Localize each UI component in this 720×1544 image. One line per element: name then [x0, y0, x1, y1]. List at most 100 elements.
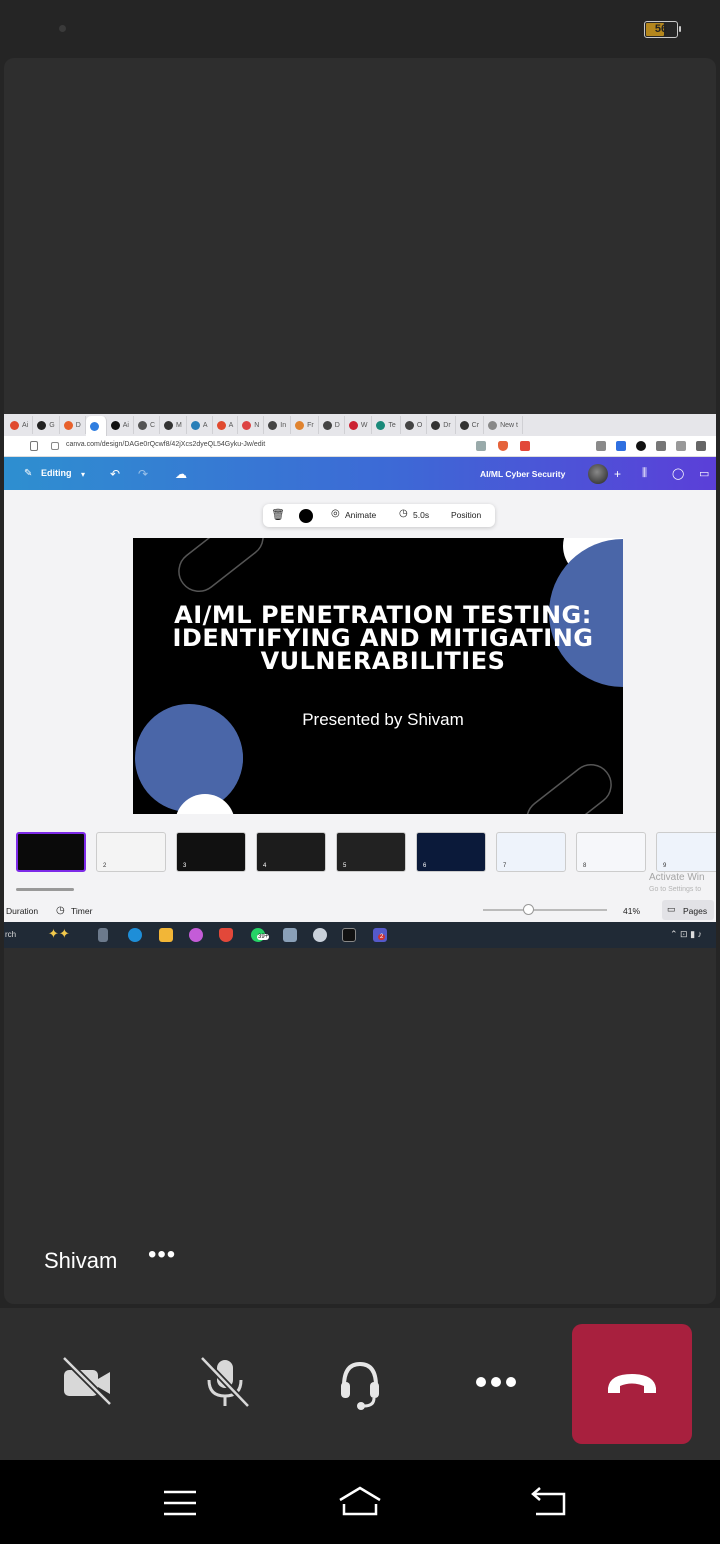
redo-icon[interactable]: ↷ — [138, 467, 148, 481]
color-swatch[interactable] — [299, 509, 313, 523]
comment-icon[interactable]: ◯ — [672, 467, 684, 480]
undo-icon[interactable]: ↶ — [110, 467, 120, 481]
page-thumbnail[interactable]: 6 — [416, 832, 486, 872]
browser-tab[interactable]: D — [319, 416, 345, 434]
browser-tab[interactable]: W — [345, 416, 373, 434]
avatar[interactable] — [588, 464, 608, 484]
extensions-icon[interactable] — [676, 441, 686, 451]
settings-icon[interactable] — [313, 928, 327, 942]
back-icon[interactable] — [528, 1484, 572, 1524]
slide-canvas[interactable]: AI/ML PENETRATION TESTING: IDENTIFYING A… — [133, 538, 623, 814]
page-thumbnail[interactable]: 7 — [496, 832, 566, 872]
browser-tab[interactable]: C — [134, 416, 161, 434]
participant-more-icon[interactable]: ••• — [148, 1241, 176, 1269]
zoom-slider[interactable] — [483, 909, 607, 911]
page-thumbnail[interactable] — [16, 832, 86, 872]
shared-screen[interactable]: Ai G D Ai C M A A N In Fr D W Te O Dr Cr New t canva.com/… — [4, 414, 716, 948]
file-explorer-icon[interactable] — [159, 928, 173, 942]
tab-favicon-icon — [376, 420, 386, 430]
tab-favicon-icon — [10, 420, 19, 430]
end-call-button[interactable] — [572, 1324, 692, 1444]
home-icon[interactable] — [336, 1484, 384, 1524]
camera-off-button[interactable] — [58, 1352, 118, 1412]
tab-label: G — [49, 421, 55, 429]
mute-button[interactable] — [196, 1352, 256, 1412]
thumbnail-scrollbar[interactable] — [16, 888, 74, 891]
browser-tab[interactable]: Te — [372, 416, 401, 434]
tab-label: M — [176, 421, 182, 429]
page-thumbnail[interactable]: 5 — [336, 832, 406, 872]
taskbar-search[interactable]: rch — [5, 930, 16, 939]
browser-tab[interactable]: Ai — [107, 416, 134, 434]
zoom-slider-handle[interactable] — [523, 904, 534, 915]
site-info-icon[interactable] — [51, 442, 59, 450]
browser-tab[interactable]: Ai — [6, 416, 34, 434]
slide-title[interactable]: AI/ML PENETRATION TESTING: IDENTIFYING A… — [133, 603, 623, 673]
timer-label[interactable]: Timer — [71, 906, 92, 916]
browser-tab[interactable]: D — [60, 416, 86, 434]
tab-label: W — [360, 421, 368, 429]
browser-tab[interactable]: Fr — [291, 416, 319, 434]
browser-tab[interactable] — [85, 416, 107, 436]
cloud-save-icon[interactable]: ☁ — [175, 467, 187, 481]
copilot-icon[interactable] — [189, 928, 203, 942]
browser-tab[interactable]: Cr — [456, 416, 485, 434]
url-text[interactable]: canva.com/design/DAGe0rQcwf8/42jXcs2dyeQ… — [66, 441, 265, 448]
add-collaborator-icon[interactable]: + — [614, 467, 621, 481]
camera-off-icon — [61, 1355, 113, 1407]
battery-level: 56 — [654, 23, 668, 35]
page-thumbnail[interactable]: 3 — [176, 832, 246, 872]
browser-tab[interactable]: O — [401, 416, 428, 434]
thumbnail-page-number: 4 — [263, 863, 267, 869]
copilot-sparkle-icon[interactable]: ✦✦ — [48, 926, 70, 942]
browser-tab[interactable]: N — [238, 416, 265, 434]
battery-icon: 56 — [644, 21, 681, 38]
bookmark-icon[interactable] — [30, 441, 38, 451]
tab-favicon-icon — [488, 420, 498, 430]
browser-tab[interactable]: A — [187, 416, 213, 434]
present-icon[interactable]: ▭ — [699, 467, 709, 480]
editing-menu[interactable]: Editing — [41, 468, 72, 478]
page-thumbnail[interactable]: 9 — [656, 832, 716, 872]
extension-pin-icon[interactable] — [656, 441, 666, 451]
brave-shield-icon[interactable] — [498, 441, 508, 451]
animate-button[interactable]: Animate — [345, 510, 376, 520]
position-button[interactable]: Position — [451, 510, 481, 520]
edge-icon[interactable] — [128, 928, 142, 942]
trash-icon[interactable]: 🗑 — [271, 508, 285, 521]
audio-output-button[interactable] — [330, 1352, 390, 1412]
document-title[interactable]: AI/ML Cyber Security — [480, 469, 565, 479]
browser-address-bar[interactable]: canva.com/design/DAGe0rQcwf8/42jXcs2dyeQ… — [4, 436, 716, 457]
brave-icon[interactable] — [219, 928, 233, 942]
extension-badge-icon[interactable] — [636, 441, 646, 451]
menu-icon[interactable] — [160, 1484, 200, 1524]
more-options-button[interactable] — [466, 1352, 526, 1412]
extension-n-icon[interactable] — [616, 441, 626, 451]
page-thumbnail[interactable]: 2 — [96, 832, 166, 872]
whatsapp-icon[interactable]: 39+ — [251, 928, 270, 942]
page-thumbnail[interactable]: 8 — [576, 832, 646, 872]
duration-label[interactable]: Duration — [6, 906, 38, 916]
zoom-level[interactable]: 41% — [623, 906, 640, 916]
browser-tab[interactable]: M — [160, 416, 187, 434]
browser-tab[interactable]: A — [213, 416, 239, 434]
browser-tab[interactable]: Dr — [427, 416, 456, 434]
teams-icon[interactable]: 2 — [373, 928, 387, 942]
pages-button[interactable]: ▭ Pages — [662, 900, 714, 920]
app-icon[interactable] — [283, 928, 297, 942]
tray-icons[interactable]: ⌃ ⊡ ▮ ♪ — [670, 929, 702, 940]
chevron-down-icon[interactable]: ▾ — [81, 470, 85, 479]
page-thumbnail[interactable]: 4 — [256, 832, 326, 872]
task-view-icon[interactable] — [98, 928, 108, 942]
analytics-icon[interactable]: ⫼ — [642, 467, 647, 480]
share-icon[interactable] — [476, 441, 486, 451]
sidebar-icon[interactable] — [696, 441, 706, 451]
slide-subtitle[interactable]: Presented by Shivam — [133, 710, 623, 730]
duration-button[interactable]: 5.0s — [413, 510, 429, 520]
browser-tab[interactable]: In — [264, 416, 292, 434]
browser-tab[interactable]: New t — [484, 416, 523, 434]
terminal-icon[interactable] — [342, 928, 356, 942]
extension-icon[interactable] — [596, 441, 606, 451]
browser-tab[interactable]: G — [33, 416, 60, 434]
brave-rewards-icon[interactable] — [520, 441, 530, 451]
